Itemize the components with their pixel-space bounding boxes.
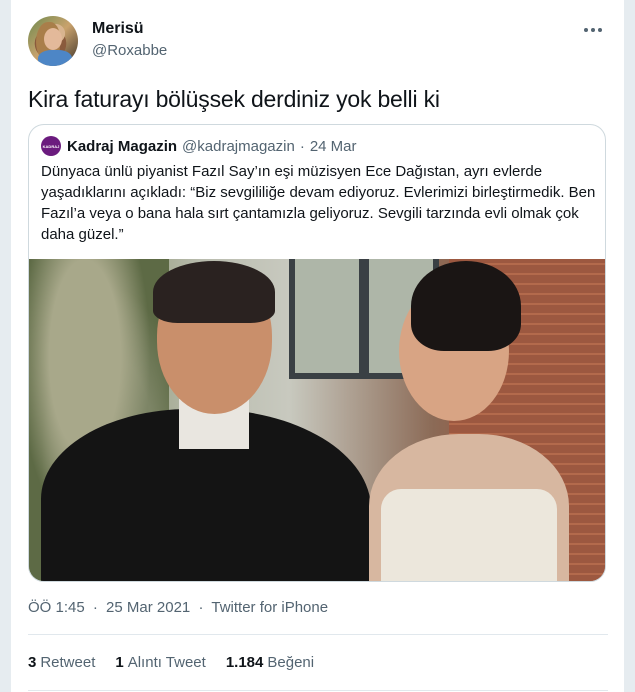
tweet-time[interactable]: ÖÖ 1:45 [28, 599, 85, 616]
tweet-text: Kira faturayı bölüşsek derdiniz yok bell… [28, 86, 440, 112]
likes-stat[interactable]: 1.184 Beğeni [226, 654, 314, 671]
meta-separator: · [198, 599, 204, 616]
quotes-stat[interactable]: 1 Alıntı Tweet [115, 654, 205, 671]
likes-label: Beğeni [267, 654, 315, 671]
quoted-author-avatar[interactable]: KADRAJ [41, 136, 61, 156]
tweet-header: Merisü @Roxabbe [28, 16, 608, 68]
quoted-author-handle: @kadrajmagazin [182, 137, 295, 155]
tweet-meta: ÖÖ 1:45 · 25 Mar 2021 · Twitter for iPho… [28, 599, 328, 616]
divider [28, 690, 608, 691]
quoted-tweet-photo[interactable] [29, 259, 605, 581]
quoted-tweet-header: KADRAJ Kadraj Magazin @kadrajmagazin · 2… [41, 135, 357, 157]
retweets-label: Retweet [40, 654, 96, 671]
tweet-source[interactable]: Twitter for iPhone [211, 599, 328, 616]
tweet-card: Merisü @Roxabbe Kira faturayı bölüşsek d… [10, 0, 625, 692]
meta-separator: · [92, 599, 98, 616]
author-handle[interactable]: @Roxabbe [92, 42, 167, 59]
quoted-tweet[interactable]: KADRAJ Kadraj Magazin @kadrajmagazin · 2… [28, 124, 606, 582]
author-avatar[interactable] [28, 16, 78, 66]
quoted-date[interactable]: 24 Mar [310, 138, 357, 155]
author-name[interactable]: Merisü [92, 20, 144, 38]
quoted-separator: · [299, 137, 305, 155]
more-options-icon[interactable] [580, 20, 606, 40]
quoted-author-name: Kadraj Magazin [67, 137, 178, 155]
tweet-stats: 3 Retweet 1 Alıntı Tweet 1.184 Beğeni [28, 654, 334, 671]
quoted-tweet-text: Dünyaca ünlü piyanist Fazıl Say’ın eşi m… [41, 163, 596, 243]
retweets-count: 3 [28, 654, 37, 671]
quotes-label: Alıntı Tweet [127, 654, 206, 671]
quotes-count: 1 [115, 654, 124, 671]
retweets-stat[interactable]: 3 Retweet [28, 654, 95, 671]
tweet-date[interactable]: 25 Mar 2021 [106, 599, 190, 616]
likes-count: 1.184 [225, 654, 264, 671]
divider [28, 634, 608, 635]
